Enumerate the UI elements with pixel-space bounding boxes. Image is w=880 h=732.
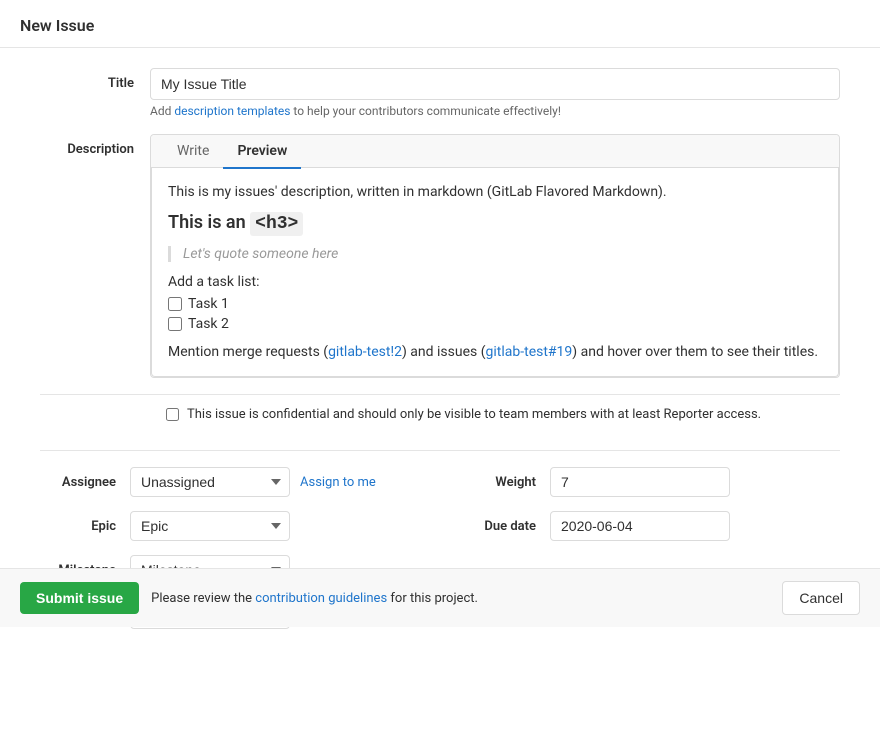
weight-control	[550, 467, 840, 497]
preview-intro: This is my issues' description, written …	[168, 184, 822, 200]
footer-left: Submit issue Please review the contribut…	[20, 582, 478, 614]
footer-hint: Please review the contribution guideline…	[151, 591, 478, 606]
hint-prefix: Add	[150, 104, 174, 118]
preview-task-section: Add a task list: Task 1 Task 2	[168, 274, 822, 332]
due-date-control	[550, 511, 840, 541]
submit-issue-button[interactable]: Submit issue	[20, 582, 139, 614]
description-templates-link[interactable]: description templates	[174, 104, 290, 118]
due-date-label: Due date	[460, 519, 550, 534]
confidential-checkbox[interactable]	[166, 408, 179, 421]
issue-link[interactable]: gitlab-test#19	[486, 344, 573, 360]
weight-row: Weight	[460, 467, 840, 497]
assignee-select[interactable]: Unassigned	[130, 467, 290, 497]
assignee-control: Unassigned Assign to me	[130, 467, 420, 497]
assignee-row: Assignee Unassigned Assign to me	[40, 467, 420, 497]
confidential-row: This issue is confidential and should on…	[40, 394, 840, 434]
task-item-1: Task 1	[168, 296, 822, 312]
epic-select[interactable]: Epic	[130, 511, 290, 541]
due-date-row: Due date	[460, 511, 840, 541]
footer: Submit issue Please review the contribut…	[0, 568, 880, 627]
task-2-label: Task 2	[188, 316, 229, 332]
task-1-label: Task 1	[188, 296, 229, 312]
tab-preview[interactable]: Preview	[223, 135, 301, 169]
hint-suffix: to help your contributors communicate ef…	[290, 104, 560, 118]
description-editor: Write Preview This is my issues' descrip…	[150, 134, 840, 378]
title-hint: Add description templates to help your c…	[150, 104, 840, 118]
due-date-input[interactable]	[550, 511, 730, 541]
cancel-button[interactable]: Cancel	[782, 581, 860, 615]
epic-label: Epic	[40, 519, 130, 534]
assign-to-me-link[interactable]: Assign to me	[300, 475, 376, 490]
confidential-label: This issue is confidential and should on…	[187, 407, 761, 422]
tab-write[interactable]: Write	[163, 135, 223, 169]
description-preview-content: This is my issues' description, written …	[151, 168, 839, 377]
weight-label: Weight	[460, 475, 550, 490]
preview-mention: Mention merge requests (gitlab-test!2) a…	[168, 344, 822, 360]
title-label: Title	[40, 68, 150, 91]
task-1-checkbox[interactable]	[168, 297, 182, 311]
assignee-label: Assignee	[40, 475, 130, 490]
task-2-checkbox[interactable]	[168, 317, 182, 331]
task-item-2: Task 2	[168, 316, 822, 332]
epic-row: Epic Epic	[40, 511, 420, 541]
preview-heading: This is an <h3>	[168, 212, 822, 234]
contribution-guidelines-link[interactable]: contribution guidelines	[255, 591, 387, 606]
description-label: Description	[40, 134, 150, 157]
section-divider	[40, 450, 840, 451]
merge-request-link[interactable]: gitlab-test!2	[328, 344, 402, 360]
preview-blockquote: Let's quote someone here	[168, 246, 822, 262]
epic-control: Epic	[130, 511, 420, 541]
title-input[interactable]	[150, 68, 840, 100]
description-tabs: Write Preview	[151, 135, 839, 168]
weight-input[interactable]	[550, 467, 730, 497]
page-title: New Issue	[20, 16, 860, 35]
